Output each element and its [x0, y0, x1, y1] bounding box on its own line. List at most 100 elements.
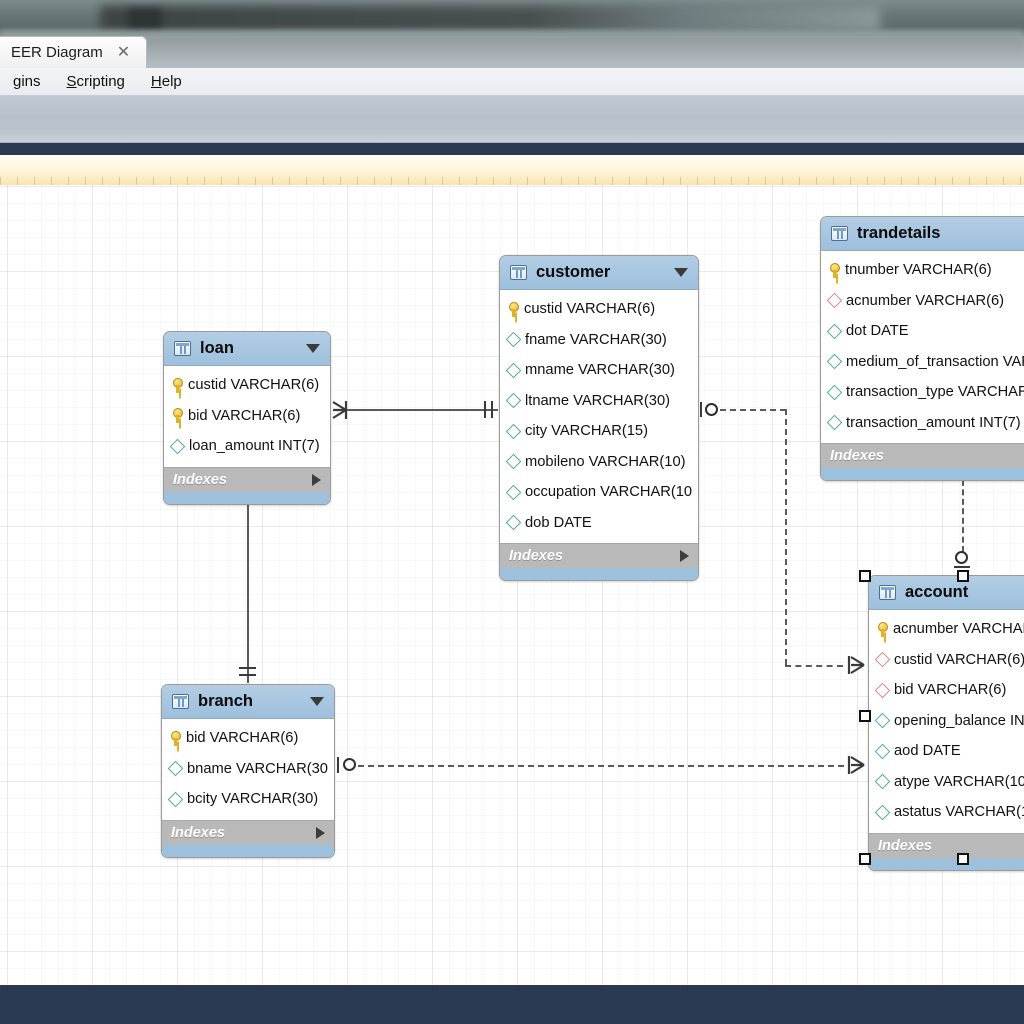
chevron-right-icon[interactable]	[312, 473, 321, 486]
er-column[interactable]: ltname VARCHAR(30)	[500, 386, 698, 417]
er-column[interactable]: tnumber VARCHAR(6)	[821, 255, 1024, 286]
er-column[interactable]: bid VARCHAR(6)	[162, 723, 334, 754]
er-column[interactable]: transaction_amount INT(7)	[821, 408, 1024, 439]
er-column[interactable]: mname VARCHAR(30)	[500, 355, 698, 386]
zero-or-one-bar	[954, 566, 970, 569]
zero-notation-circle	[705, 403, 718, 416]
diagram-canvas[interactable]: loan custid VARCHAR(6) bid VARCHAR(6) lo…	[0, 185, 1024, 985]
relationship-line	[962, 480, 964, 552]
er-table-title: customer	[536, 263, 611, 281]
er-column[interactable]: astatus VARCHAR(10)	[869, 797, 1024, 828]
er-column[interactable]: custid VARCHAR(6)	[869, 645, 1024, 676]
zero-notation-circle	[343, 758, 356, 771]
er-column[interactable]: loan_amount INT(7)	[164, 431, 330, 462]
er-table-columns: custid VARCHAR(6) fname VARCHAR(30) mnam…	[500, 290, 698, 543]
er-column[interactable]: transaction_type VARCHAR(10)	[821, 377, 1024, 408]
er-column[interactable]: aod DATE	[869, 736, 1024, 767]
er-column[interactable]: opening_balance INT(10)	[869, 706, 1024, 737]
er-table-loan[interactable]: loan custid VARCHAR(6) bid VARCHAR(6) lo…	[163, 331, 331, 505]
er-column[interactable]: bname VARCHAR(30)	[162, 754, 334, 785]
er-column[interactable]: dot DATE	[821, 316, 1024, 347]
menu-item-help[interactable]: Help	[138, 73, 195, 90]
status-bar	[0, 985, 1024, 1024]
er-column-label: bid VARCHAR(6)	[186, 730, 299, 747]
close-icon[interactable]: ✕	[117, 44, 130, 61]
er-column[interactable]: bid VARCHAR(6)	[869, 675, 1024, 706]
er-indexes-row[interactable]: Indexes	[869, 832, 1024, 858]
er-column[interactable]: occupation VARCHAR(10)	[500, 477, 698, 508]
selection-handle-top-left[interactable]	[859, 570, 871, 582]
foreign-key-icon	[874, 651, 891, 668]
er-table-customer[interactable]: customer custid VARCHAR(6) fname VARCHAR…	[499, 255, 699, 581]
chevron-right-icon[interactable]	[316, 826, 325, 839]
er-column-label: city VARCHAR(15)	[525, 423, 648, 440]
er-column-label: atype VARCHAR(10)	[894, 773, 1024, 790]
selection-handle-top-center[interactable]	[957, 570, 969, 582]
column-icon	[505, 362, 522, 379]
er-column-label: custid VARCHAR(6)	[188, 377, 320, 394]
er-indexes-label: Indexes	[830, 448, 884, 464]
er-column[interactable]: dob DATE	[500, 508, 698, 539]
er-indexes-row[interactable]: Indexes	[164, 466, 330, 492]
chevron-down-icon[interactable]	[310, 697, 324, 706]
er-indexes-label: Indexes	[878, 837, 932, 854]
er-column[interactable]: medium_of_transaction VARCHAR(10)	[821, 347, 1024, 378]
selection-handle-bottom-left[interactable]	[859, 853, 871, 865]
zero-or-one-bar	[700, 402, 703, 417]
selection-handle-middle-left[interactable]	[859, 710, 871, 722]
er-indexes-label: Indexes	[173, 471, 227, 488]
column-icon	[505, 423, 522, 440]
column-icon	[505, 331, 522, 348]
column-icon	[167, 760, 184, 777]
relationship-line	[785, 665, 843, 667]
tab-eer-diagram[interactable]: EER Diagram ✕	[0, 36, 148, 68]
table-icon	[174, 341, 191, 356]
menu-item-plugins[interactable]: gins	[0, 73, 54, 90]
er-column[interactable]: city VARCHAR(15)	[500, 416, 698, 447]
er-column[interactable]: acnumber VARCHAR(6)	[869, 614, 1024, 645]
er-column[interactable]: fname VARCHAR(30)	[500, 325, 698, 356]
selection-handle-bottom-center[interactable]	[957, 853, 969, 865]
er-column[interactable]: custid VARCHAR(6)	[500, 294, 698, 325]
chevron-down-icon[interactable]	[306, 344, 320, 353]
er-column[interactable]: custid VARCHAR(6)	[164, 370, 330, 401]
one-notation-bar	[484, 401, 487, 418]
er-column[interactable]: mobileno VARCHAR(10)	[500, 447, 698, 478]
er-indexes-row[interactable]: Indexes	[500, 543, 698, 568]
er-column-label: transaction_amount INT(7)	[846, 414, 1021, 431]
er-column-label: bid VARCHAR(6)	[188, 407, 301, 424]
er-table-columns: bid VARCHAR(6) bname VARCHAR(30) bcity V…	[162, 719, 334, 820]
er-table-trandetails[interactable]: trandetails tnumber VARCHAR(6) acnumber …	[820, 216, 1024, 481]
foreign-key-icon	[826, 292, 843, 309]
primary-key-icon	[170, 730, 181, 746]
er-table-header[interactable]: customer	[500, 256, 698, 290]
er-column-label: dob DATE	[525, 514, 592, 531]
er-column[interactable]: atype VARCHAR(10)	[869, 767, 1024, 798]
tab-strip: EER Diagram ✕	[0, 36, 1024, 68]
menu-item-scripting[interactable]: Scripting	[54, 73, 138, 90]
er-table-columns: custid VARCHAR(6) bid VARCHAR(6) loan_am…	[164, 366, 330, 467]
er-column-label: custid VARCHAR(6)	[894, 651, 1024, 668]
er-column-label: aod DATE	[894, 743, 961, 760]
table-icon	[879, 585, 896, 600]
column-icon	[826, 353, 843, 370]
er-indexes-row[interactable]: Indexes	[821, 443, 1024, 468]
er-table-title: branch	[198, 692, 254, 710]
er-column[interactable]: acnumber VARCHAR(6)	[821, 286, 1024, 317]
er-table-header[interactable]: account	[869, 576, 1024, 610]
chevron-down-icon[interactable]	[674, 268, 688, 277]
one-notation-bar	[239, 667, 256, 670]
er-table-header[interactable]: branch	[162, 685, 334, 719]
er-table-branch[interactable]: branch bid VARCHAR(6) bname VARCHAR(30) …	[161, 684, 335, 858]
chevron-right-icon[interactable]	[680, 550, 689, 562]
er-table-account[interactable]: account acnumber VARCHAR(6) custid VARCH…	[868, 575, 1024, 871]
er-table-header[interactable]: trandetails	[821, 217, 1024, 251]
menu-item-plugins-label: gins	[13, 73, 41, 90]
er-column[interactable]: bid VARCHAR(6)	[164, 401, 330, 432]
eer-diagram-window: EER Diagram ✕ gins Scripting Help loan c…	[0, 0, 1024, 1024]
er-table-header[interactable]: loan	[164, 332, 330, 366]
er-column-label: bcity VARCHAR(30)	[187, 791, 319, 808]
er-indexes-row[interactable]: Indexes	[162, 819, 334, 845]
er-column[interactable]: bcity VARCHAR(30)	[162, 784, 334, 815]
table-icon	[510, 265, 527, 280]
